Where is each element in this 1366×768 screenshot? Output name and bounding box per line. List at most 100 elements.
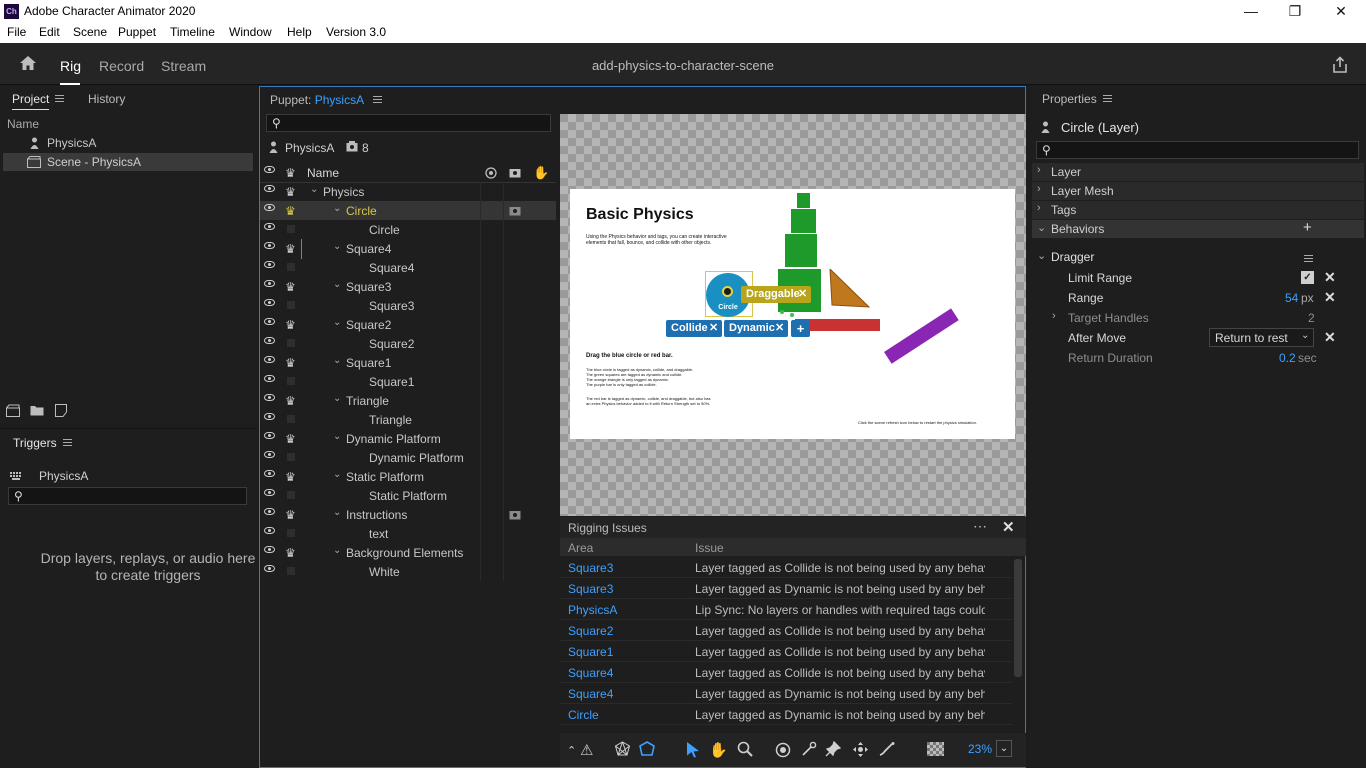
issue-area[interactable]: Square4 [568, 666, 613, 680]
dynamic-platform-shape[interactable] [884, 308, 959, 364]
chevron-down-icon[interactable]: ⌄ [333, 241, 341, 252]
menu-scene[interactable]: Scene [73, 25, 107, 39]
hand-tool-icon[interactable]: ✋ [709, 741, 728, 759]
zoom-dropdown-button[interactable]: ⌄ [996, 740, 1012, 757]
behavior-menu-icon[interactable] [1304, 252, 1313, 266]
panel-menu-icon[interactable] [62, 439, 72, 446]
new-scene-icon[interactable] [6, 404, 20, 417]
scene-canvas[interactable]: Basic Physics Using the Physics behavior… [560, 114, 1026, 516]
eye-icon[interactable] [264, 451, 275, 458]
issue-area[interactable]: Square3 [568, 561, 613, 575]
chevron-down-icon[interactable]: ⌄ [333, 431, 341, 442]
eye-icon[interactable] [264, 413, 275, 420]
menu-file[interactable]: File [7, 25, 26, 39]
dynamic-tag[interactable]: Dynamic ✕ [724, 320, 788, 337]
eye-icon[interactable] [264, 546, 275, 553]
layer-row[interactable]: Circle [260, 220, 556, 239]
crown-icon[interactable]: ♛ [285, 185, 296, 199]
crown-icon[interactable]: ♛ [285, 394, 296, 408]
eye-icon[interactable] [264, 432, 275, 439]
panel-menu-icon[interactable] [372, 96, 382, 103]
maximize-button[interactable]: ❐ [1272, 0, 1318, 23]
issue-area[interactable]: Square1 [568, 645, 613, 659]
origin-tool-icon[interactable] [775, 742, 791, 758]
tab-project[interactable]: Project [12, 92, 65, 106]
eye-icon[interactable] [264, 299, 275, 306]
return-duration-value[interactable]: 0.2 [1279, 351, 1296, 365]
add-tag-button[interactable]: + [791, 320, 810, 337]
remove-param-icon[interactable]: ✕ [1324, 269, 1336, 286]
issue-row[interactable]: Circle Layer tagged as Dynamic is not bei… [560, 704, 1012, 725]
mesh-icon[interactable] [614, 741, 631, 757]
outline-icon[interactable] [639, 741, 655, 757]
eye-icon[interactable] [264, 204, 275, 211]
eye-icon[interactable] [264, 375, 275, 382]
clip-toggle[interactable] [287, 263, 295, 271]
transparency-grid-icon[interactable] [927, 742, 944, 756]
issue-row[interactable]: Square4 Layer tagged as Dynamic is not be… [560, 683, 1012, 704]
crown-icon[interactable]: ♛ [285, 204, 296, 218]
add-behavior-icon[interactable]: + [1303, 219, 1312, 236]
layer-row[interactable]: Dynamic Platform [260, 448, 556, 467]
eye-icon[interactable] [264, 508, 275, 515]
eye-icon[interactable] [264, 470, 275, 477]
chevron-down-icon[interactable]: ⌄ [333, 279, 341, 290]
clip-toggle[interactable] [287, 301, 295, 309]
more-options-icon[interactable]: ⋯ [973, 518, 987, 535]
crown-icon[interactable]: ♛ [285, 546, 296, 560]
home-icon[interactable] [19, 55, 37, 71]
clip-toggle[interactable] [287, 453, 295, 461]
clip-toggle[interactable] [287, 377, 295, 385]
minimize-button[interactable]: — [1228, 0, 1274, 23]
handle-tool-icon[interactable] [801, 741, 817, 757]
tab-record[interactable]: Record [99, 58, 144, 74]
stick-tool-icon[interactable] [878, 741, 896, 757]
issue-row[interactable]: Square3 Layer tagged as Collide is not be… [560, 557, 1012, 578]
tab-rig[interactable]: Rig [60, 58, 81, 74]
chevron-down-icon[interactable]: ⌄ [333, 545, 341, 556]
layer-row[interactable]: Square3 [260, 296, 556, 315]
chevron-down-icon[interactable]: ⌄ [333, 355, 341, 366]
chevron-down-icon[interactable]: ⌄ [333, 393, 341, 404]
chevron-down-icon[interactable]: ⌄ [333, 317, 341, 328]
issue-row[interactable]: Square2 Layer tagged as Collide is not be… [560, 620, 1012, 641]
issue-row[interactable]: Square1 Layer tagged as Collide is not be… [560, 641, 1012, 662]
puppet-name-link[interactable]: PhysicsA [315, 93, 364, 107]
clip-toggle[interactable] [287, 225, 295, 233]
eye-icon[interactable] [264, 337, 275, 344]
panel-menu-icon[interactable] [1102, 95, 1112, 102]
square3-shape[interactable] [785, 234, 817, 267]
behavior-dragger[interactable]: ⌄ Dragger [1032, 247, 1364, 267]
remove-tag-icon[interactable]: ✕ [798, 286, 807, 303]
layer-row[interactable]: White [260, 562, 556, 581]
tab-history[interactable]: History [88, 92, 125, 106]
square2-shape[interactable] [791, 209, 816, 233]
scene-artboard[interactable]: Basic Physics Using the Physics behavior… [570, 189, 1015, 439]
section-layer[interactable]: › Layer [1032, 163, 1364, 181]
layer-row[interactable]: Triangle [260, 410, 556, 429]
select-tool-icon[interactable] [686, 741, 700, 758]
crown-icon[interactable]: ♛ [285, 508, 296, 522]
layer-row[interactable]: ♛ ⌄ Square1 [260, 353, 556, 372]
issue-area[interactable]: Square3 [568, 582, 613, 596]
new-item-icon[interactable] [55, 404, 67, 417]
draggable-tag[interactable]: Draggable ✕ [741, 286, 811, 303]
menu-timeline[interactable]: Timeline [170, 25, 215, 39]
collide-tag[interactable]: Collide ✕ [666, 320, 722, 337]
crown-icon[interactable]: ♛ [285, 280, 296, 294]
clip-toggle[interactable] [287, 415, 295, 423]
section-behaviors[interactable]: ⌄ Behaviors + [1032, 219, 1364, 238]
eye-icon[interactable] [264, 356, 275, 363]
section-layer-mesh[interactable]: › Layer Mesh [1032, 182, 1364, 200]
new-folder-icon[interactable] [30, 404, 44, 416]
expand-chevron-icon[interactable]: ⌃ [567, 744, 576, 757]
share-icon[interactable] [1331, 56, 1349, 74]
chevron-down-icon[interactable]: ⌄ [333, 203, 341, 214]
layer-row[interactable]: Square1 [260, 372, 556, 391]
crown-icon[interactable]: ♛ [285, 356, 296, 370]
eye-icon[interactable] [264, 185, 275, 192]
param-target-handles[interactable]: › Target Handles 2 [1032, 308, 1364, 328]
crown-icon[interactable]: ♛ [285, 432, 296, 446]
menu-puppet[interactable]: Puppet [118, 25, 156, 39]
clip-toggle[interactable] [287, 567, 295, 575]
